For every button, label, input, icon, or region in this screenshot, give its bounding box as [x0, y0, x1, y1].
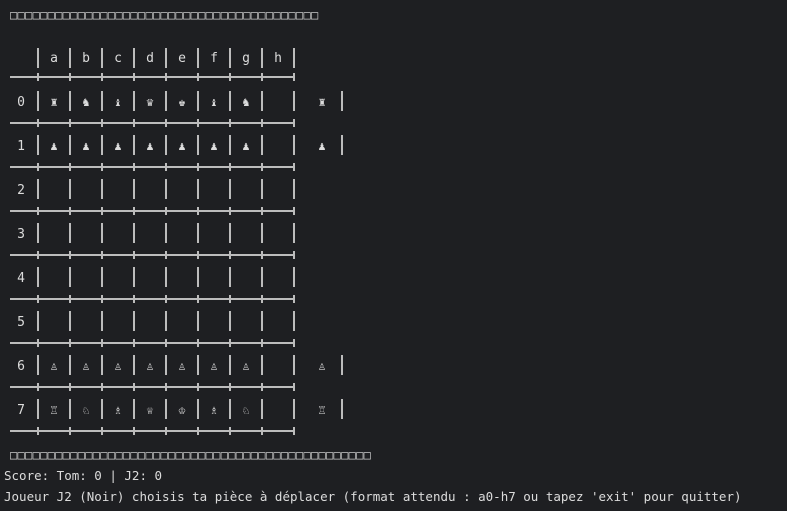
- chess-piece: ♜: [50, 95, 57, 109]
- row-label: 7: [17, 403, 25, 418]
- chess-piece: ♖: [50, 403, 57, 417]
- column-label: e: [178, 51, 186, 66]
- chess-piece: ♚: [178, 95, 185, 109]
- column-label: g: [242, 51, 250, 66]
- chess-piece: ♙: [178, 359, 185, 373]
- chess-piece: ♟: [210, 139, 217, 153]
- chess-piece: ♟: [242, 139, 249, 153]
- chess-piece: ♘: [82, 403, 89, 417]
- chess-piece: ♙: [82, 359, 89, 373]
- column-label: a: [50, 51, 58, 66]
- chess-piece: ♜: [318, 95, 325, 109]
- row-label: 0: [17, 95, 25, 110]
- row-label: 6: [17, 359, 25, 374]
- chess-piece: ♗: [210, 403, 217, 417]
- chess-piece: ♙: [146, 359, 153, 373]
- row-label: 5: [17, 315, 25, 330]
- column-label: d: [146, 51, 154, 66]
- chess-piece: ♙: [50, 359, 57, 373]
- chess-piece: ♟: [178, 139, 185, 153]
- chess-piece: ♟: [146, 139, 153, 153]
- chess-piece: ♞: [242, 95, 249, 109]
- chess-piece: ♟: [82, 139, 89, 153]
- row-label: 4: [17, 271, 25, 286]
- chess-piece: ♔: [178, 403, 185, 417]
- column-label: h: [274, 51, 282, 66]
- chess-piece: ♞: [82, 95, 89, 109]
- column-label: f: [210, 51, 218, 66]
- row-label: 2: [17, 183, 25, 198]
- chess-piece: ♗: [114, 403, 121, 417]
- chess-piece: ♙: [318, 359, 325, 373]
- chess-piece: ♝: [114, 95, 121, 109]
- chess-piece: ♟: [50, 139, 57, 153]
- chess-piece: ♙: [114, 359, 121, 373]
- chess-piece: ♙: [210, 359, 217, 373]
- chess-board: a b c d e f g h 0 ♜ ♞ ♝ ♛ ♚ ♝ ♞ ♜ 1 ♟ ♟ ♟ ♟ ♟ ♟ ♟ ♟ 2 3 4 5 6 ♙ ♙ ♙ ♙ ♙ ♙ ♙ ♙ 7…: [10, 48, 343, 435]
- chess-piece: ♘: [242, 403, 249, 417]
- chess-piece: ♝: [210, 95, 217, 109]
- column-label: b: [82, 51, 90, 66]
- chess-piece: ♕: [146, 403, 153, 417]
- chess-piece: ♙: [242, 359, 249, 373]
- row-label: 1: [17, 139, 25, 154]
- chess-piece: ♟: [318, 139, 325, 153]
- prompt-line: Joueur J2 (Noir) choisis ta pièce à dépl…: [4, 489, 742, 504]
- column-label: c: [114, 51, 122, 66]
- bottom-box-border: □□□□□□□□□□□□□□□□□□□□□□□□□□□□□□□□□□□□□□□□…: [10, 448, 372, 462]
- row-label: 3: [17, 227, 25, 242]
- chess-piece: ♟: [114, 139, 121, 153]
- chess-piece: ♛: [146, 95, 153, 109]
- terminal-window: □□□□□□□□□□□□□□□□□□□□□□□□□□□□□□□□□□□□□□□□…: [0, 0, 787, 511]
- score-line: Score: Tom: 0 | J2: 0: [4, 468, 163, 483]
- chess-piece: ♖: [318, 403, 325, 417]
